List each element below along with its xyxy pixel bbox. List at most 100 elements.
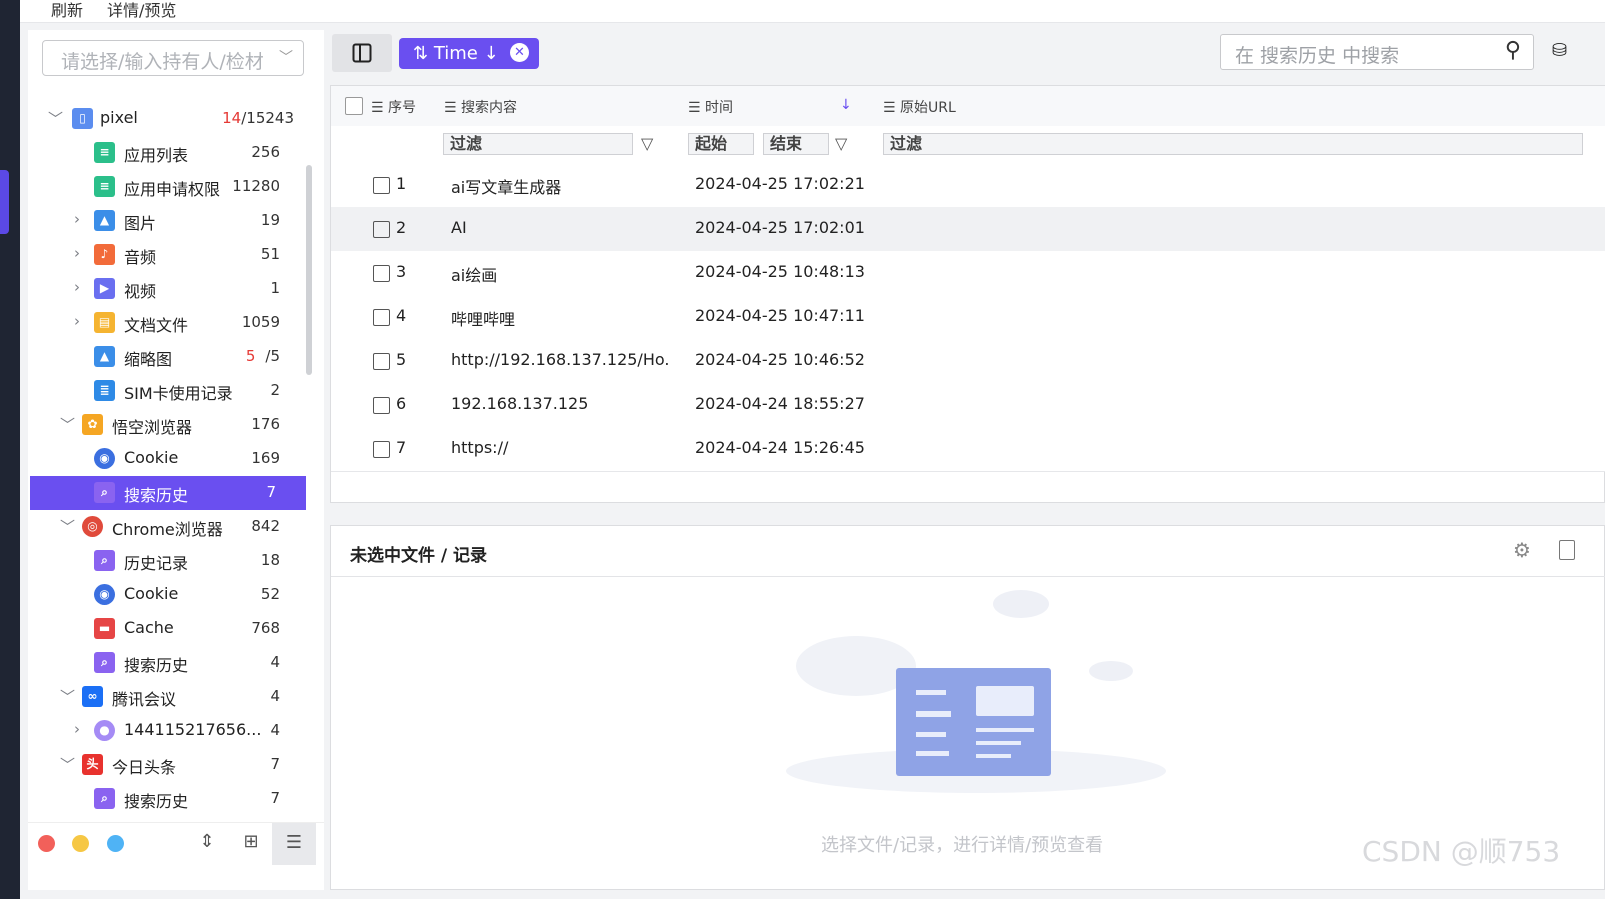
row-checkbox[interactable] [373,221,390,238]
chevron-down-icon[interactable]: ﹀ [60,414,75,435]
tree-node[interactable]: ﹀ 头今日头条 7 [28,748,310,782]
refresh-menu[interactable]: 刷新 [51,0,83,21]
tree-node[interactable]: ⌕ 历史记录 18 [28,544,310,578]
tree-node[interactable]: ≣ SIM卡使用记录 2 [28,374,310,408]
tree-node-label: 今日头条 [112,758,177,777]
image-icon: ▲ [94,210,115,231]
tree-node-label: 图片 [124,214,157,233]
tree-node[interactable]: ◉ Cookie 52 [28,578,310,612]
chevron-right-icon[interactable]: › [74,720,80,738]
tree-node-count: 1059 [242,313,280,331]
row-checkbox[interactable] [373,353,390,370]
chevron-right-icon[interactable]: › [74,312,80,330]
tree-node[interactable]: ◉ Cookie 169 [28,442,310,476]
tree-node[interactable]: ▬ Cache 768 [28,612,310,646]
detail-divider [331,576,1605,577]
time-end-filter[interactable]: 结束 [763,133,829,155]
select-all-checkbox[interactable] [345,97,363,115]
tree-node[interactable]: ⌕ 搜索历史 4 [28,646,310,680]
total-count: 4 [270,721,280,739]
expand-panel-icon[interactable] [1559,540,1575,560]
owner-evidence-select[interactable]: 请选择/输入持有人/检材 ﹀ [42,40,304,76]
red-dot-icon[interactable] [38,835,55,852]
tree-node[interactable]: › ♪ 音频 51 [28,238,310,272]
tree-node[interactable]: › ● 144115217656... 4 [28,714,310,748]
url-filter-input[interactable]: 过滤 [883,133,1583,155]
search-icon[interactable]: ⚲ [1505,38,1521,63]
row-checkbox[interactable] [373,177,390,194]
table-row[interactable]: 5 http://192.168.137.125/Ho... 2024-04-25 … [331,339,1605,384]
chevron-down-icon[interactable]: ﹀ [60,686,75,707]
sort-desc-icon: ↓ [477,43,499,64]
table-row[interactable]: 1 ai写文章生成器 2024-04-25 17:02:21 [331,163,1605,208]
row-checkbox[interactable] [373,441,390,458]
tree-node[interactable]: › ▤ 文档文件 1059 [28,306,310,340]
search-content-cell: 哔哩哔哩 [451,310,516,329]
chevron-down-icon[interactable]: ﹀ [48,108,63,129]
main-panel: ⇅ Time ↓ ✕ 在 搜索历史 中搜索 ⚲ ⛁ ☰ 序号 ☰ 搜索内容 ☰ … [330,30,1605,890]
tree-node[interactable]: › ▲ 图片 19 [28,204,310,238]
row-checkbox[interactable] [373,397,390,414]
row-checkbox[interactable] [373,309,390,326]
tree-node-label: 音频 [124,248,157,267]
tree-node[interactable]: ﹀ ◎ Chrome浏览器 842 [28,510,310,544]
column-original-url[interactable]: ☰ 原始URL [883,97,956,117]
time-cell: 2024-04-24 15:26:45 [695,438,865,457]
sort-chip[interactable]: ⇅ Time ↓ ✕ [399,38,539,69]
table-row[interactable]: 3 ai绘画 2024-04-25 10:48:13 [331,251,1605,296]
audio-icon: ♪ [94,244,115,265]
time-cell: 2024-04-25 10:47:11 [695,306,865,325]
table-row[interactable]: 7 https:// 2024-04-24 15:26:45 [331,427,1605,472]
tree-node-label: 腾讯会议 [112,690,177,709]
search-content-cell: 192.168.137.125 [451,394,589,413]
filter-funnel-icon[interactable]: ▽ [641,134,653,153]
panel-toggle-button[interactable] [332,34,392,72]
tree-node[interactable]: › ▶ 视频 1 [28,272,310,306]
chevron-right-icon[interactable]: › [74,244,80,262]
blue-dot-icon[interactable] [107,835,124,852]
column-time[interactable]: ☰ 时间 [688,97,733,117]
tree-node[interactable]: ﹀ ✿ 悟空浏览器 176 [28,408,310,442]
column-index[interactable]: ☰ 序号 [371,97,416,117]
app-left-rail [0,0,20,899]
filter-row: 过滤 ▽ 起始 结束 ▽ 过滤 [331,126,1605,164]
chevron-down-icon[interactable]: ﹀ [60,754,75,775]
tree-node[interactable]: ⌕ 搜索历史 7 [28,782,310,816]
chevron-right-icon[interactable]: › [74,210,80,228]
collapse-all-icon[interactable]: ⇕ [192,831,222,857]
time-sort-desc-icon[interactable]: ↓ [840,97,852,113]
column-search-content[interactable]: ☰ 搜索内容 [444,97,517,117]
remove-sort-icon[interactable]: ✕ [510,43,529,62]
tree-node[interactable]: ﹀ ∞ 腾讯会议 4 [28,680,310,714]
tree-node[interactable]: ≡ 应用申请权限 11280 [28,170,310,204]
table-row[interactable]: 4 哔哩哔哩 2024-04-25 10:47:11 [331,295,1605,340]
search-box[interactable]: 在 搜索历史 中搜索 ⚲ [1220,34,1534,70]
list-view-icon[interactable]: ☰ [272,823,316,865]
tree-node-count: 768 [251,619,280,637]
watermark: CSDN @顺753 [1362,835,1561,868]
chevron-right-icon[interactable]: › [74,278,80,296]
gear-icon[interactable]: ⚙ [1513,538,1531,562]
row-index: 2 [396,218,407,237]
filter-funnel-icon[interactable]: ▽ [835,134,847,153]
tree-node-count: 11280 [232,177,280,195]
detail-preview-menu[interactable]: 详情/预览 [107,0,176,21]
tree-node[interactable]: ▲ 缩略图 5/5 [28,340,310,374]
grid-view-icon[interactable]: ⊞ [236,831,266,857]
tree-node[interactable]: ≡ 应用列表 256 [28,136,310,170]
content-filter-input[interactable]: 过滤 [443,133,633,155]
table-row[interactable]: 2 AI 2024-04-25 17:02:01 [331,207,1605,252]
table-row[interactable]: 6 192.168.137.125 2024-04-24 18:55:27 [331,383,1605,428]
wukong-browser-icon: ✿ [82,414,103,435]
chevron-down-icon[interactable]: ﹀ [60,516,75,537]
database-icon[interactable]: ⛁ [1552,40,1567,61]
tree-node[interactable]: ﹀ ▯ pixel 14/15243 [28,102,310,136]
chevron-down-icon[interactable]: ﹀ [279,47,293,67]
yellow-dot-icon[interactable] [72,835,89,852]
sidebar-scrollbar[interactable] [306,165,312,375]
time-start-filter[interactable]: 起始 [688,133,754,155]
total-count: 7 [266,483,276,501]
row-checkbox[interactable] [373,265,390,282]
tree-node[interactable]: ⌕ 搜索历史 7 [30,476,306,510]
history-icon: ⌕ [94,550,115,571]
